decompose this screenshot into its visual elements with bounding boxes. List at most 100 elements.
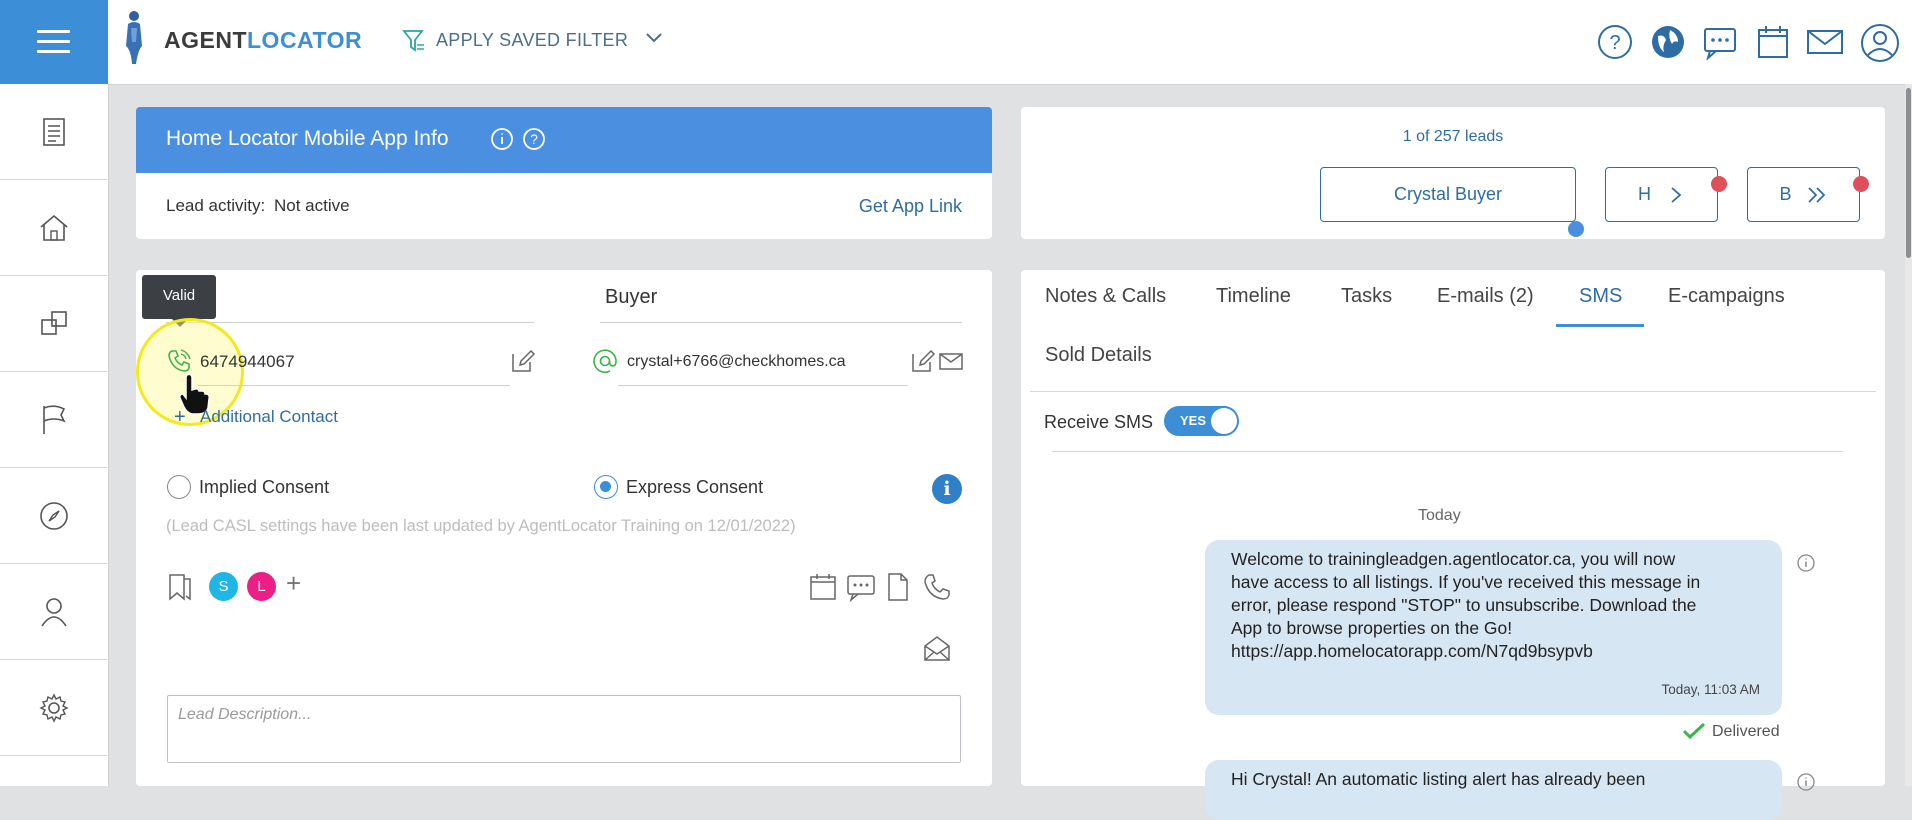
mail-icon[interactable]	[1806, 28, 1844, 61]
info-icon[interactable]	[490, 127, 514, 156]
stack-icon	[40, 310, 67, 335]
check-icon	[1682, 722, 1706, 745]
sms-timestamp: Today, 11:03 AM	[1661, 682, 1760, 697]
tag-badge-l[interactable]: L	[247, 572, 276, 601]
svg-text:?: ?	[1609, 32, 1620, 54]
sms-divider	[1052, 451, 1843, 452]
last-lead-button[interactable]: B	[1747, 167, 1860, 222]
lead-activity: Lead activity: Not active	[166, 196, 350, 216]
get-app-link[interactable]: Get App Link	[859, 196, 962, 217]
express-consent-radio[interactable]	[594, 475, 618, 499]
help-icon[interactable]: ?	[1597, 24, 1633, 65]
home-icon	[39, 214, 68, 241]
globe-icon[interactable]	[1650, 24, 1686, 65]
edit-icon[interactable]	[910, 348, 936, 379]
position-marker	[1568, 221, 1584, 237]
double-chevron-right-icon	[1807, 186, 1825, 203]
casl-note: (Lead CASL settings have been last updat…	[166, 517, 796, 535]
tab-tasks[interactable]: Tasks	[1341, 285, 1392, 308]
apply-saved-filter-button[interactable]: APPLY SAVED FILTER	[436, 30, 628, 51]
sidebar-item-contacts[interactable]	[0, 564, 107, 660]
implied-consent-radio[interactable]	[167, 475, 191, 499]
sidebar-item-flags[interactable]	[0, 372, 107, 468]
help-icon[interactable]: ?	[522, 127, 546, 156]
sidebar-item-home[interactable]	[0, 180, 107, 276]
send-email-icon[interactable]	[938, 352, 964, 377]
filter-icon[interactable]	[402, 28, 426, 59]
notification-dot	[1711, 176, 1727, 192]
compass-icon	[39, 501, 68, 530]
sidebar-item-listings[interactable]	[0, 276, 107, 372]
last-name-underline	[600, 322, 962, 323]
date-divider: Today	[1418, 507, 1461, 524]
lead-activity-value: Not active	[273, 196, 350, 215]
last-name-field[interactable]: Buyer	[605, 286, 657, 309]
calendar-icon[interactable]	[808, 572, 838, 607]
open-mail-icon[interactable]	[922, 634, 952, 667]
receive-sms-label: Receive SMS	[1044, 412, 1154, 432]
notification-dot	[1853, 176, 1869, 192]
sidebar-item-settings[interactable]	[0, 660, 107, 756]
chevron-down-icon[interactable]	[644, 30, 664, 51]
app-info-title: Home Locator Mobile App Info	[166, 127, 449, 150]
tab-ecampaigns[interactable]: E-campaigns	[1668, 285, 1785, 308]
tab-emails[interactable]: E-mails (2)	[1437, 285, 1534, 308]
first-name-underline	[166, 322, 534, 323]
calendar-icon[interactable]	[1756, 24, 1790, 65]
tab-timeline[interactable]: Timeline	[1216, 285, 1291, 308]
sms-message-link[interactable]: https://app.homelocatorapp.com/N7qd9bsyp…	[1231, 640, 1593, 663]
message-info-icon[interactable]	[1796, 553, 1816, 578]
chat-icon[interactable]	[846, 574, 876, 607]
message-info-icon[interactable]	[1796, 772, 1816, 797]
express-consent-label: Express Consent	[626, 477, 764, 497]
lead-description-textarea[interactable]: Lead Description...	[167, 695, 961, 763]
page-scrollbar[interactable]	[1905, 84, 1912, 786]
email-address[interactable]: crystal+6766@checkhomes.ca	[627, 353, 846, 371]
tab-notes-calls[interactable]: Notes & Calls	[1045, 285, 1166, 308]
phone-underline	[198, 385, 510, 386]
sidebar	[0, 84, 109, 786]
add-tag-icon[interactable]: +	[286, 568, 301, 599]
plus-icon[interactable]: +	[174, 406, 186, 429]
next-lead-button[interactable]: H	[1605, 167, 1718, 222]
logo-icon	[122, 10, 146, 66]
lead-activity-label: Lead activity:	[166, 196, 266, 215]
person-icon	[40, 597, 67, 626]
sms-message-line: Hi Crystal! An automatic listing alert h…	[1231, 769, 1646, 789]
tag-badge-s[interactable]: S	[209, 572, 238, 601]
sms-message-line: error, please respond "STOP" to unsubscr…	[1231, 595, 1697, 615]
phone-call-icon[interactable]	[922, 572, 952, 607]
phone-number[interactable]: 6474944067	[200, 352, 295, 372]
flag-icon	[42, 404, 66, 434]
receive-sms-toggle[interactable]: YES	[1164, 406, 1239, 436]
edit-icon[interactable]	[510, 348, 536, 379]
tab-sold-details[interactable]: Sold Details	[1045, 344, 1152, 367]
app-info-header: Home Locator Mobile App Info ?	[136, 107, 992, 173]
sidebar-item-explore[interactable]	[0, 468, 107, 564]
delivered-status: Delivered	[1712, 723, 1780, 740]
app-info-card: Home Locator Mobile App Info ? Lead acti…	[136, 107, 992, 239]
additional-contact-link[interactable]: Additional Contact	[200, 407, 338, 427]
valid-tooltip: Valid	[142, 275, 216, 319]
consent-info-icon[interactable]: i	[932, 474, 962, 504]
sms-message-bubble: Welcome to trainingleadgen.agentlocator.…	[1205, 540, 1782, 715]
lead-description-placeholder: Lead Description...	[178, 706, 312, 723]
current-lead-button[interactable]: Crystal Buyer	[1320, 167, 1576, 222]
logo-text: AGENTLOCATOR	[164, 27, 363, 53]
hamburger-menu-button[interactable]	[0, 0, 108, 84]
document-icon	[42, 117, 65, 146]
svg-text:?: ?	[530, 131, 538, 147]
email-underline	[618, 385, 908, 386]
bookmark-icon[interactable]	[166, 572, 196, 607]
active-tab-indicator	[1556, 324, 1644, 327]
sidebar-item-documents[interactable]	[0, 84, 107, 180]
document-icon[interactable]	[886, 572, 910, 607]
tab-sms[interactable]: SMS	[1579, 285, 1622, 308]
sms-message-line: have access to all listings. If you've r…	[1231, 572, 1701, 592]
lead-count: 1 of 257 leads	[1402, 128, 1504, 145]
user-account-icon[interactable]	[1860, 23, 1900, 68]
chevron-right-icon	[1671, 186, 1682, 203]
gear-icon	[38, 692, 69, 723]
implied-consent-label: Implied Consent	[199, 477, 330, 497]
chat-icon[interactable]	[1702, 26, 1738, 65]
